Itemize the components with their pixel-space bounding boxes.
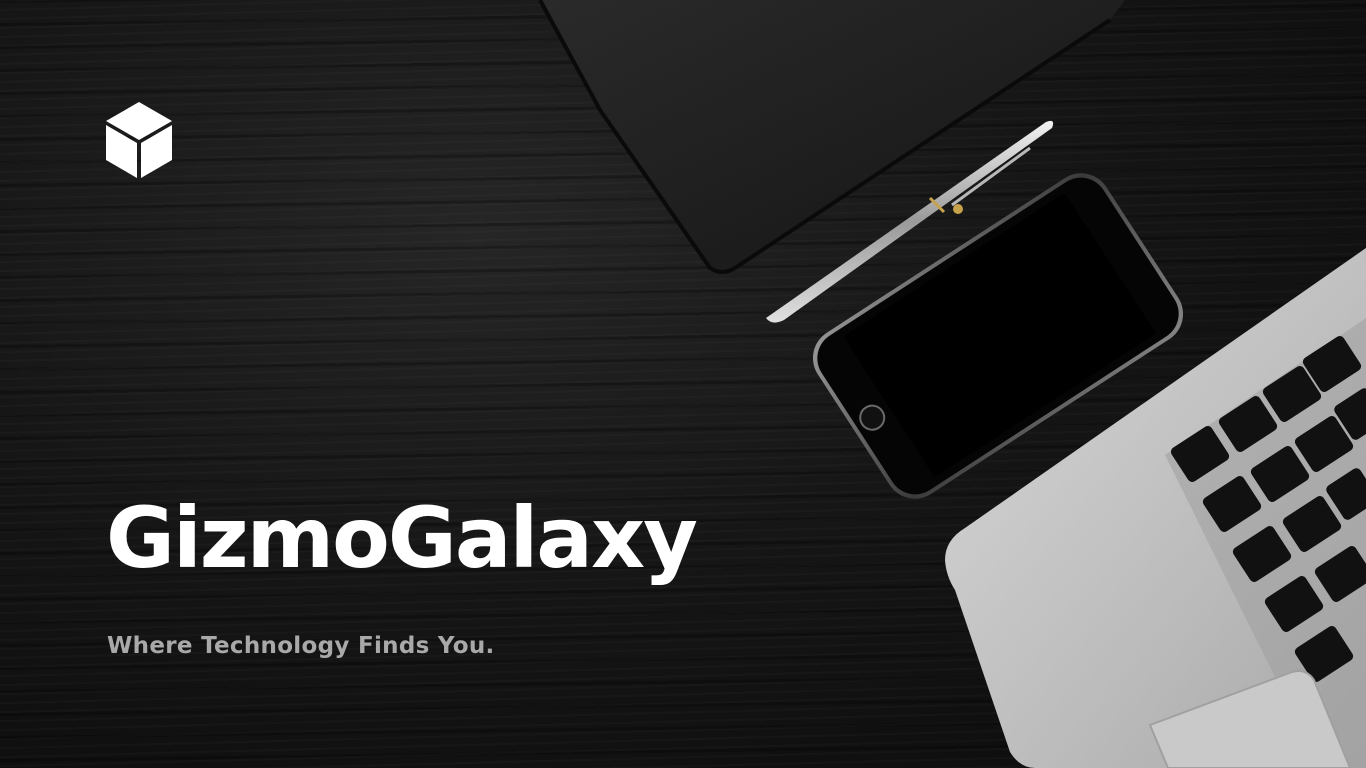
brand-tagline: Where Technology Finds You. — [107, 633, 495, 659]
brand-title: GizmoGalaxy — [106, 489, 698, 587]
cube-icon — [106, 102, 172, 178]
hero-banner: GizmoGalaxy Where Technology Finds You. — [0, 0, 1366, 768]
